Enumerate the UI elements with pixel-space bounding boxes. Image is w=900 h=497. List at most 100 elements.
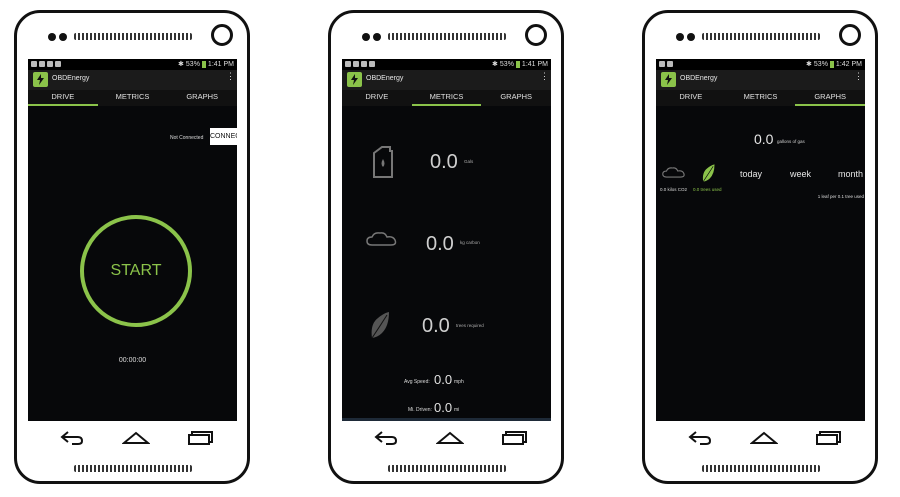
battery-percent: 53%	[499, 60, 514, 68]
tab-graphs[interactable]: GRAPHS	[795, 90, 865, 106]
co2-label: 0.0 kilos CO2	[660, 187, 688, 192]
status-time: 1:41 PM	[521, 60, 548, 68]
avg-speed-label: Avg Speed:	[404, 379, 430, 385]
front-sensor	[373, 33, 381, 41]
back-icon[interactable]	[60, 431, 84, 445]
gas-can-icon	[373, 146, 393, 178]
front-camera	[525, 24, 547, 46]
carbon-value: 0.0	[426, 233, 454, 255]
nav-bar	[342, 425, 551, 459]
front-sensor	[362, 33, 370, 41]
status-right: ✱ 53% 1:42 PM	[806, 60, 862, 68]
status-time: 1:42 PM	[835, 60, 862, 68]
leaf-icon	[702, 164, 715, 182]
app-bar: OBDEnergy ⋮	[656, 70, 865, 90]
wifi-icon: ✱	[178, 61, 184, 68]
battery-icon	[201, 60, 206, 68]
home-icon[interactable]	[750, 431, 778, 445]
app-title: OBDEnergy	[680, 75, 718, 82]
notification-icons	[31, 61, 61, 67]
front-sensor	[676, 33, 684, 41]
gallons-value: 0.0	[430, 151, 458, 173]
overflow-menu-icon[interactable]: ⋮	[854, 72, 863, 81]
tab-graphs[interactable]: GRAPHS	[167, 90, 237, 106]
status-bar: ✱ 53% 1:42 PM	[656, 59, 865, 70]
home-icon[interactable]	[436, 431, 464, 445]
tab-metrics[interactable]: METRICS	[98, 90, 168, 106]
home-icon[interactable]	[122, 431, 150, 445]
connection-status: Not Connected	[170, 135, 204, 141]
battery-percent: 53%	[813, 60, 828, 68]
notification-icons	[345, 61, 375, 67]
nav-bar	[656, 425, 865, 459]
overflow-menu-icon[interactable]: ⋮	[226, 72, 235, 81]
back-icon[interactable]	[374, 431, 398, 445]
battery-percent: 53%	[185, 60, 200, 68]
drive-timer: 00:00:00	[118, 357, 147, 364]
front-sensor	[48, 33, 56, 41]
cloud-icon	[366, 232, 397, 246]
status-bar: ✱ 53% 1:41 PM	[28, 59, 237, 70]
app-title: OBDEnergy	[366, 75, 404, 82]
bottom-speaker	[74, 465, 192, 472]
front-sensor	[59, 33, 67, 41]
status-right: ✱ 53% 1:41 PM	[492, 60, 548, 68]
tab-bar: DRIVE METRICS GRAPHS	[28, 90, 237, 106]
bottom-speaker	[702, 465, 820, 472]
lightning-logo-icon	[347, 72, 362, 87]
phone-metrics: ✱ 53% 1:41 PM OBDEnergy ⋮ DRIVE METRICS …	[328, 10, 564, 484]
battery-icon	[515, 60, 520, 68]
status-time: 1:41 PM	[207, 60, 234, 68]
bottom-speaker	[388, 465, 506, 472]
status-right: ✱ 53% 1:41 PM	[178, 60, 234, 68]
trees-used-label: 0.0 trees used	[693, 187, 722, 192]
app-bar: OBDEnergy ⋮	[28, 70, 237, 90]
leaf-icon	[371, 312, 389, 339]
connect-button[interactable]: CONNECT	[210, 128, 237, 145]
tab-bar: DRIVE METRICS GRAPHS	[342, 90, 551, 106]
period-today[interactable]: today	[740, 169, 762, 179]
recent-apps-icon[interactable]	[188, 431, 214, 445]
tab-graphs[interactable]: GRAPHS	[481, 90, 551, 106]
lightning-logo-icon	[661, 72, 676, 87]
screen: ✱ 53% 1:41 PM OBDEnergy ⋮ DRIVE METRICS …	[342, 59, 551, 421]
nav-bar	[28, 425, 237, 459]
lightning-logo-icon	[33, 72, 48, 87]
status-bar: ✱ 53% 1:41 PM	[342, 59, 551, 70]
back-icon[interactable]	[688, 431, 712, 445]
front-sensor	[687, 33, 695, 41]
bottom-divider	[342, 418, 551, 421]
gas-value: 0.0	[754, 131, 774, 147]
front-camera	[839, 24, 861, 46]
cloud-icon	[662, 167, 685, 178]
gallons-unit: Gals	[464, 159, 474, 164]
tab-drive[interactable]: DRIVE	[656, 90, 726, 106]
front-camera	[211, 24, 233, 46]
gas-unit: gallons of gas	[777, 139, 805, 144]
tab-bar: DRIVE METRICS GRAPHS	[656, 90, 865, 106]
start-label: START	[110, 262, 162, 279]
start-button[interactable]: START	[80, 215, 192, 327]
recent-apps-icon[interactable]	[502, 431, 528, 445]
tab-metrics[interactable]: METRICS	[411, 90, 482, 106]
recent-apps-icon[interactable]	[816, 431, 842, 445]
period-month[interactable]: month	[838, 169, 863, 179]
earpiece-speaker	[702, 33, 820, 40]
app-bar: OBDEnergy ⋮	[342, 70, 551, 90]
mi-driven-value: 0.0	[434, 400, 453, 415]
phone-graphs: ✱ 53% 1:42 PM OBDEnergy ⋮ DRIVE METRICS …	[642, 10, 878, 484]
mi-driven-unit: mi	[454, 407, 460, 413]
avg-speed-value: 0.0	[434, 372, 453, 387]
tab-metrics[interactable]: METRICS	[726, 90, 796, 106]
carbon-unit: kg carbon	[460, 240, 480, 245]
tab-drive[interactable]: DRIVE	[28, 90, 98, 106]
trees-unit: trees required	[456, 323, 484, 328]
battery-icon	[829, 60, 834, 68]
period-week[interactable]: week	[790, 169, 811, 179]
app-title: OBDEnergy	[52, 75, 90, 82]
tab-drive[interactable]: DRIVE	[342, 90, 412, 106]
overflow-menu-icon[interactable]: ⋮	[540, 72, 549, 81]
legend-footnote: 1 leaf per 0.1 tree used	[817, 194, 864, 199]
earpiece-speaker	[388, 33, 506, 40]
trees-value: 0.0	[422, 315, 450, 337]
